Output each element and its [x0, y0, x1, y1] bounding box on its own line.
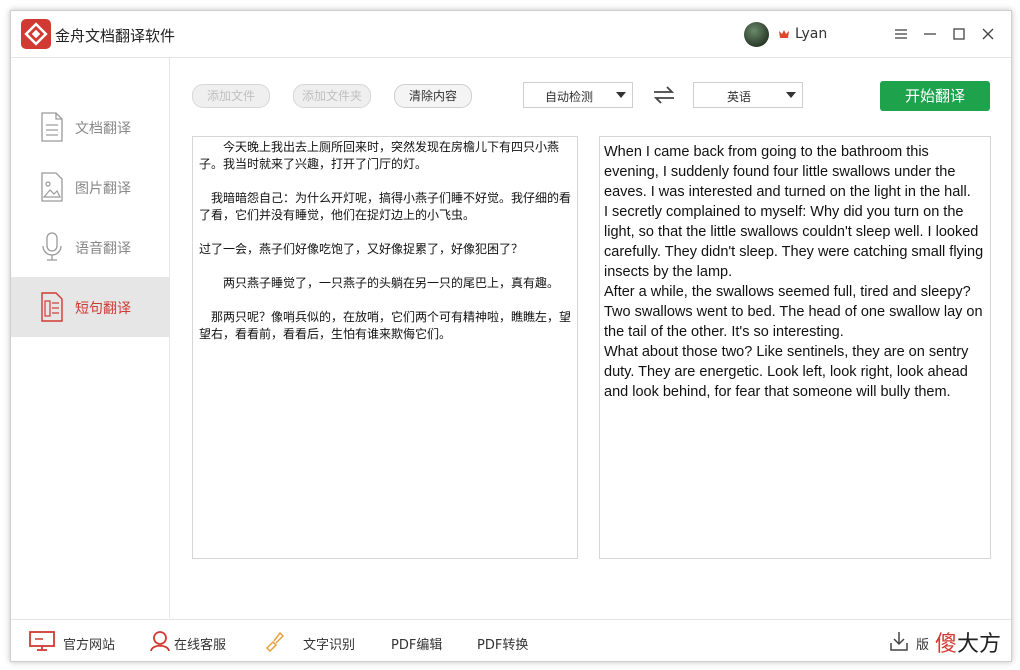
sidebar-item-voice-translate[interactable]: 语音翻译: [11, 217, 169, 277]
customer-service-icon: [150, 631, 170, 652]
text-document-icon: [41, 292, 63, 322]
chevron-down-icon: [786, 92, 796, 98]
translation-result-area[interactable]: When I came back from going to the bathr…: [599, 136, 991, 559]
avatar[interactable]: [744, 22, 769, 47]
ocr-brush-icon: [265, 631, 285, 652]
watermark-red-text: 傻: [934, 632, 957, 657]
microphone-icon: [42, 232, 62, 261]
watermark: 傻大方: [935, 626, 1001, 658]
source-text-area[interactable]: 今天晚上我出去上厕所回来时，突然发现在房檐儿下有四只小燕子。我当时就来了兴趣，打…: [192, 136, 578, 559]
bottom-bar: 官方网站 在线客服 文字识别 PDF编辑 PDF转换 版 傻大方: [11, 619, 1011, 661]
translation-paragraph: When I came back from going to the bathr…: [604, 144, 971, 200]
minimize-icon[interactable]: [920, 24, 940, 44]
close-icon[interactable]: [978, 24, 998, 44]
official-website-link[interactable]: 官方网站: [63, 634, 115, 653]
user-name[interactable]: Lyan: [795, 26, 827, 42]
monitor-icon: [29, 631, 55, 651]
source-paragraph: 过了一会，燕子们好像吃饱了，又好像捉累了，好像犯困了？: [199, 242, 524, 256]
add-folder-button[interactable]: 添加文件夹: [293, 84, 371, 108]
sidebar-item-sentence-translate[interactable]: 短句翻译: [11, 277, 169, 337]
sidebar-item-image-translate[interactable]: 图片翻译: [11, 157, 169, 217]
version-label: 版: [916, 638, 930, 653]
source-text: 今天晚上我出去上厕所回来时，突然发现在房檐儿下有四只小燕子。我当时就来了兴趣，打…: [193, 137, 577, 343]
title-bar: 金舟文档翻译软件 Lyan: [11, 11, 1011, 58]
pdf-edit-link[interactable]: PDF编辑: [391, 634, 442, 653]
sidebar-item-label: 语音翻译: [75, 241, 131, 257]
chevron-down-icon: [616, 92, 626, 98]
source-language-value: 自动检测: [544, 90, 593, 104]
menu-icon[interactable]: [891, 24, 911, 44]
sidebar-item-label: 短句翻译: [75, 301, 131, 317]
sidebar-item-label: 图片翻译: [75, 181, 131, 197]
maximize-icon[interactable]: [949, 24, 969, 44]
vip-crown-icon: [779, 30, 789, 38]
app-title: 金舟文档翻译软件: [55, 27, 176, 45]
sidebar-item-document-translate[interactable]: 文档翻译: [11, 97, 169, 157]
source-language-select[interactable]: 自动检测: [523, 82, 633, 108]
sidebar: 文档翻译 图片翻译 语音翻译 短句翻译: [11, 58, 170, 618]
pdf-convert-link[interactable]: PDF转换: [477, 634, 528, 653]
source-paragraph: 两只燕子睡觉了，一只燕子的头躺在另一只的尾巴上，真有趣。: [199, 276, 560, 290]
download-icon[interactable]: [889, 630, 909, 652]
translation-paragraph: What about those two? Like sentinels, th…: [604, 344, 969, 400]
image-icon: [41, 172, 63, 202]
sidebar-item-label: 文档翻译: [75, 121, 131, 137]
add-file-button[interactable]: 添加文件: [192, 84, 270, 108]
swap-languages-icon[interactable]: [652, 86, 676, 104]
app-window: 金舟文档翻译软件 Lyan 文档翻译 图片翻译 语音翻译 短句翻译 添加文件 添…: [10, 10, 1012, 662]
source-paragraph: 我暗暗怨自己：为什么开灯呢，搞得小燕子们睡不好觉。我仔细的看了看，它们并没有睡觉…: [199, 191, 572, 222]
clear-content-button[interactable]: 清除内容: [394, 84, 472, 108]
online-service-link[interactable]: 在线客服: [174, 634, 226, 653]
text-recognition-link[interactable]: 文字识别: [303, 634, 355, 653]
start-translate-button[interactable]: 开始翻译: [880, 81, 990, 111]
translation-paragraph: After a while, the swallows seemed full,…: [604, 284, 983, 340]
target-language-value: 英语: [726, 90, 751, 104]
watermark-text: 大方: [956, 632, 1001, 657]
translation-text: When I came back from going to the bathr…: [600, 137, 990, 402]
app-logo-icon: [21, 19, 51, 49]
main-content: 添加文件 添加文件夹 清除内容 自动检测 英语 开始翻译 今天晚上我出去上厕所回…: [170, 58, 1011, 618]
source-paragraph: 那两只呢？像哨兵似的，在放哨，它们两个可有精神啦，瞧瞧左，望望右，看看前，看看后…: [199, 310, 572, 341]
source-paragraph: 今天晚上我出去上厕所回来时，突然发现在房檐儿下有四只小燕子。我当时就来了兴趣，打…: [199, 140, 560, 171]
document-icon: [41, 112, 63, 142]
target-language-select[interactable]: 英语: [693, 82, 803, 108]
translation-paragraph: I secretly complained to myself: Why did…: [604, 204, 984, 280]
